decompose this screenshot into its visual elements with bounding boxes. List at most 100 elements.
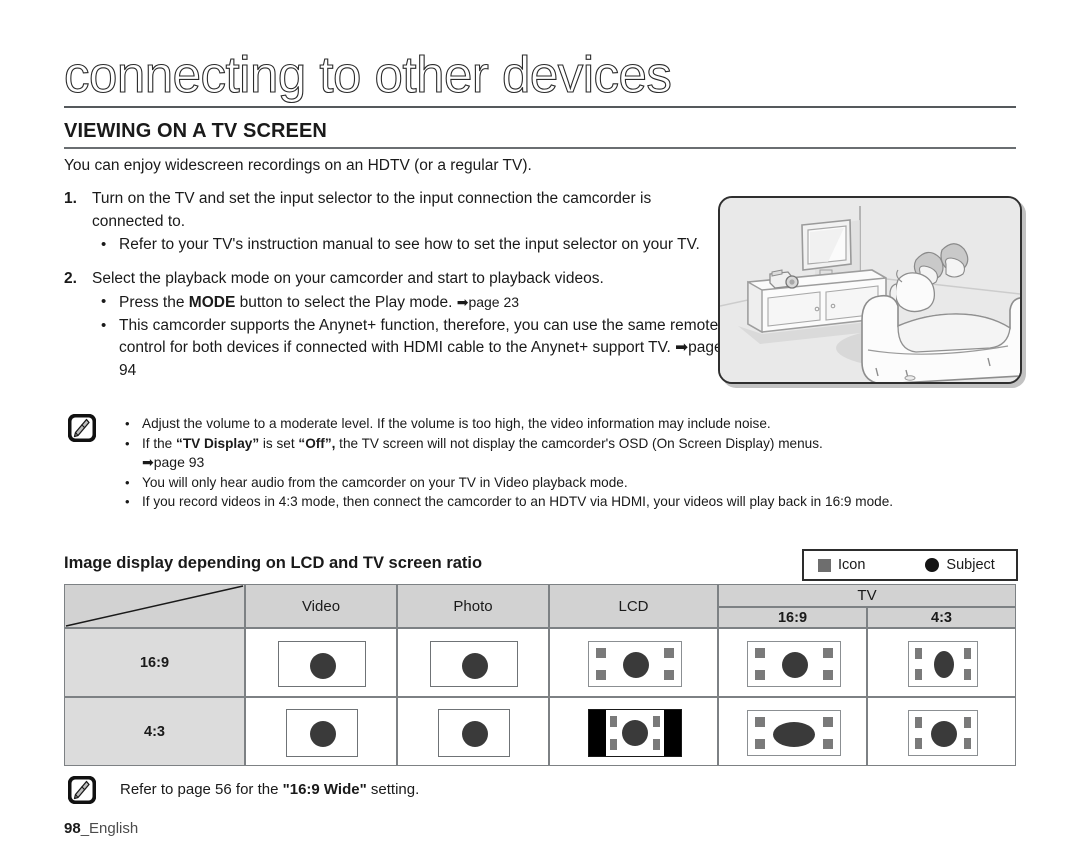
- note-item-1: Adjust the volume to a moderate level. I…: [142, 416, 771, 431]
- tv-frame-43: [908, 641, 978, 687]
- note-body: • Adjust the volume to a moderate level.…: [120, 414, 1022, 512]
- lcd-frame-4-3-pillarbox: [588, 709, 682, 757]
- instruction-steps: 1. Turn on the TV and set the input sele…: [64, 188, 724, 384]
- photo-frame-16-9: [430, 641, 518, 687]
- step-2-bullet-2: This camcorder supports the Anynet+ func…: [119, 316, 723, 379]
- row-header-16-9-label: 16:9: [139, 654, 170, 671]
- bullet-dot-icon: •: [125, 435, 130, 451]
- osd-icon: [664, 648, 674, 658]
- osd-icon: [596, 648, 606, 658]
- cell-16-9-tv-43: [867, 628, 1016, 697]
- osd-icon: [915, 717, 922, 728]
- cell-16-9-lcd: [549, 628, 718, 697]
- section-divider: [64, 147, 1016, 149]
- osd-icon: [823, 717, 833, 727]
- note-bullet-list: • Adjust the volume to a moderate level.…: [120, 414, 1022, 512]
- osd-icon: [964, 738, 971, 749]
- footer-note-post: setting.: [366, 781, 420, 798]
- list-item: • If you record videos in 4:3 mode, then…: [120, 492, 1022, 512]
- osd-icon: [755, 648, 765, 658]
- cell-4-3-tv-43: [867, 697, 1016, 766]
- subject-dot: [782, 652, 808, 678]
- column-header-tv-43-label: 4:3: [931, 609, 952, 626]
- title-divider: [64, 106, 1016, 108]
- step-1: 1. Turn on the TV and set the input sele…: [64, 188, 724, 257]
- subject-dot: [462, 653, 488, 679]
- osd-icon: [915, 648, 922, 659]
- page-number: 98: [64, 820, 81, 837]
- column-header-tv-169: 16:9: [718, 607, 867, 628]
- note-pen-icon: [68, 776, 96, 804]
- table-legend: Icon Subject: [802, 549, 1018, 581]
- subject-dot: [931, 721, 957, 747]
- step-1-bullet-1: Refer to your TV's instruction manual to…: [119, 236, 700, 253]
- cell-4-3-lcd: [549, 697, 718, 766]
- osd-icon: [964, 717, 971, 728]
- osd-icon: [610, 716, 617, 727]
- subject-dot: [623, 652, 649, 678]
- step-2-text: Select the playback mode on your camcord…: [92, 269, 604, 287]
- footer-note: Refer to page 56 for the "16:9 Wide" set…: [68, 776, 419, 804]
- cell-16-9-video: [245, 628, 397, 697]
- step-1-body: Turn on the TV and set the input selecto…: [92, 188, 724, 257]
- osd-icon: [964, 669, 971, 680]
- tv-frame-169-stretched: [747, 710, 841, 756]
- bullet-dot-icon: •: [125, 474, 130, 490]
- osd-icon: [915, 669, 922, 680]
- bullet-dot-icon: •: [101, 316, 107, 334]
- tv-frame-43-normal: [908, 710, 978, 756]
- osd-icon: [823, 739, 833, 749]
- legend-item-icon: Icon: [818, 557, 865, 573]
- legend-circle-icon: [925, 558, 940, 572]
- note-item-2-p2: is set: [259, 435, 299, 451]
- list-item: • Refer to your TV's instruction manual …: [92, 234, 724, 257]
- tv-frame-169: [747, 641, 841, 687]
- page-language: _English: [80, 820, 139, 837]
- step-1-bullets: • Refer to your TV's instruction manual …: [92, 234, 724, 257]
- note-pen-icon: [68, 414, 96, 442]
- video-frame-16-9: [278, 641, 366, 687]
- column-header-video: Video: [245, 584, 397, 628]
- cell-4-3-video: [245, 697, 397, 766]
- cell-16-9-tv-169: [718, 628, 867, 697]
- subject-dot: [934, 651, 954, 678]
- osd-icon: [755, 739, 765, 749]
- note-item-3: You will only hear audio from the camcor…: [142, 474, 628, 490]
- cell-16-9-photo: [397, 628, 549, 697]
- osd-icon: [653, 739, 660, 750]
- row-header-4-3-label: 4:3: [144, 723, 165, 740]
- table-corner-cell: [64, 584, 245, 628]
- osd-icon: [664, 670, 674, 680]
- diagonal-divider-line: [65, 585, 244, 627]
- list-item: • This camcorder supports the Anynet+ fu…: [92, 315, 724, 383]
- off-label: “Off”,: [298, 435, 336, 451]
- note-item-2-p3: the TV screen will not display the camco…: [335, 435, 823, 451]
- pillarbox-bar-right: [664, 710, 681, 756]
- mode-button-label: MODE: [188, 294, 236, 311]
- tv-display-label: “TV Display”: [176, 435, 260, 451]
- table-heading: Image display depending on LCD and TV sc…: [64, 554, 483, 572]
- step-2-bullet-1-post: button to select the Play mode.: [235, 294, 457, 311]
- bullet-dot-icon: •: [101, 236, 107, 253]
- note-block: • Adjust the volume to a moderate level.…: [68, 414, 1022, 512]
- column-header-video-label: Video: [301, 597, 341, 615]
- list-item: • If the “TV Display” is set “Off”, the …: [120, 434, 1022, 473]
- subject-dot: [462, 721, 488, 747]
- osd-icon: [653, 716, 660, 727]
- osd-icon: [755, 717, 765, 727]
- footer-note-text: Refer to page 56 for the "16:9 Wide" set…: [120, 779, 419, 801]
- step-2-bullet-1-pre: Press the: [119, 294, 189, 311]
- section-heading: VIEWING ON A TV SCREEN: [64, 120, 327, 142]
- osd-icon: [823, 648, 833, 658]
- legend-item-subject: Subject: [925, 557, 995, 573]
- note-item-4: If you record videos in 4:3 mode, then c…: [142, 494, 894, 510]
- step-2-bullets: • Press the MODE button to select the Pl…: [92, 291, 724, 382]
- cell-4-3-photo: [397, 697, 549, 766]
- page-ref-23[interactable]: ➡page 23: [457, 294, 519, 310]
- page-footer: 98_English: [64, 820, 138, 837]
- row-header-4-3: 4:3: [64, 697, 245, 766]
- video-frame-4-3: [286, 709, 358, 757]
- lcd-frame-16-9: [588, 641, 682, 687]
- page-ref-93[interactable]: ➡page 93: [142, 454, 204, 470]
- step-2: 2. Select the playback mode on your camc…: [64, 268, 724, 383]
